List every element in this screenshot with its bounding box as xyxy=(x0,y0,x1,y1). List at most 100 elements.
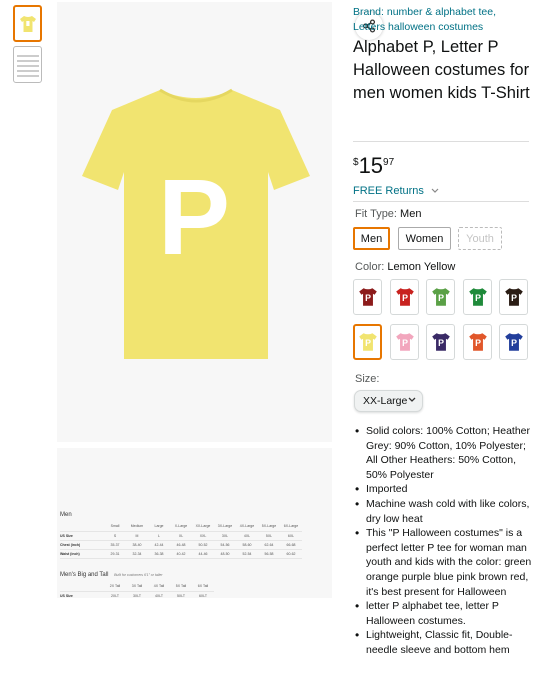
thumbnail-size-chart[interactable] xyxy=(13,46,42,83)
size-chart-cell: 2XLT xyxy=(104,591,126,598)
fit-type-selected: Men xyxy=(400,208,422,220)
size-chart-cell: Medium xyxy=(126,522,148,532)
svg-text:P: P xyxy=(402,338,408,348)
size-chart-big-table: 2X Tall 3X Tall 4X Tall 5X Tall 6X Tall US S… xyxy=(60,582,214,598)
fit-type-label: Fit Type: Men xyxy=(355,208,422,220)
size-chart-cell: 42-44 xyxy=(148,540,170,550)
size-chart-cell: 50-52 xyxy=(192,540,214,550)
shirt-letter: P xyxy=(158,156,230,277)
svg-text:P: P xyxy=(475,293,481,303)
color-swatch-8[interactable]: P xyxy=(463,324,492,360)
svg-text:P: P xyxy=(511,338,517,348)
size-chart-cell: 4XL xyxy=(236,531,258,541)
shirt-thumbnail-icon xyxy=(19,15,36,32)
feature-bullets: Solid colors: 100% Cotton; Heather Grey:… xyxy=(353,424,533,658)
size-chart-cell: XX-Large xyxy=(192,522,214,532)
swatch-shirt-icon: P xyxy=(358,288,377,306)
swatch-shirt-icon: P xyxy=(431,288,450,306)
price: $1597 xyxy=(353,153,394,179)
color-swatch-4[interactable]: P xyxy=(499,279,528,315)
feature-bullet: Solid colors: 100% Cotton; Heather Grey:… xyxy=(353,424,533,482)
size-chart-cell: Waist (inch) xyxy=(60,549,104,559)
size-chart-cell: 3XLT xyxy=(126,591,148,598)
size-chart-cell: 6XL xyxy=(280,531,302,541)
size-chart-cell: 40-42 xyxy=(170,549,192,559)
size-chart-cell: 5XLT xyxy=(170,591,192,598)
size-chart-cell: 52-54 xyxy=(236,549,258,559)
swatch-shirt-icon: P xyxy=(358,333,377,351)
feature-bullet: letter P alphabet tee, letter P Hallowee… xyxy=(353,599,533,628)
size-chart-cell: 6X Tall xyxy=(192,582,214,592)
size-chart-cell: M xyxy=(126,531,148,541)
size-chart-cell: 3X Tall xyxy=(126,582,148,592)
fit-option-women[interactable]: Women xyxy=(398,227,451,250)
swatch-shirt-icon: P xyxy=(468,333,487,351)
size-chart-cell: X-Large xyxy=(170,522,192,532)
brand-link[interactable]: Brand: number & alphabet tee, Letters ha… xyxy=(353,5,528,35)
size-chart-cell: 58-60 xyxy=(236,540,258,550)
size-chart-cell: 60-62 xyxy=(280,549,302,559)
main-product-image[interactable]: P xyxy=(57,2,383,442)
svg-text:P: P xyxy=(365,293,371,303)
color-swatch-7[interactable]: P xyxy=(426,324,455,360)
feature-bullet: Machine wash cold with like colors, dry … xyxy=(353,497,533,526)
color-swatch-1[interactable]: P xyxy=(390,279,419,315)
svg-text:P: P xyxy=(438,338,444,348)
size-chart-big-title: Men's Big and Tall Built for customers 6… xyxy=(60,572,163,578)
size-label: Size: xyxy=(355,373,380,385)
color-selected: Lemon Yellow xyxy=(387,261,456,273)
size-chart-cell: 5X-Large xyxy=(258,522,280,532)
fit-option-youth[interactable]: Youth xyxy=(458,227,502,250)
size-chart-cell: 66-68 xyxy=(280,540,302,550)
color-swatch-5[interactable]: P xyxy=(353,324,382,360)
size-chart-cell: 5XL xyxy=(258,531,280,541)
size-dropdown[interactable]: XX-Large xyxy=(354,390,423,412)
color-swatch-0[interactable]: P xyxy=(353,279,382,315)
price-symbol: $ xyxy=(353,157,359,168)
svg-text:P: P xyxy=(475,338,481,348)
size-chart-cell: Small xyxy=(104,522,126,532)
size-chart-cell: 3X-Large xyxy=(214,522,236,532)
size-chart-cell: 54-56 xyxy=(214,540,236,550)
free-returns-link[interactable]: FREE Returns xyxy=(353,185,439,197)
product-title: Alphabet P, Letter P Halloween costumes … xyxy=(353,38,530,102)
title-divider xyxy=(353,141,529,142)
svg-text:P: P xyxy=(402,293,408,303)
size-chart-cell: 56-58 xyxy=(258,549,280,559)
size-chart-cell: 5X Tall xyxy=(170,582,192,592)
size-chart-thumbnail-icon xyxy=(16,52,39,78)
price-whole: 15 xyxy=(358,153,384,178)
size-chart-cell: 2X Tall xyxy=(104,582,126,592)
size-chart-men-table: Small Medium Large X-Large XX-Large 3X-Large 4… xyxy=(60,522,302,559)
color-label: Color: Lemon Yellow xyxy=(355,261,456,273)
color-swatch-9[interactable]: P xyxy=(499,324,528,360)
size-chart-image[interactable]: Men Small Medium Large X-Large XX-Large 3X-La… xyxy=(57,448,332,598)
size-chart-cell: 4X-Large xyxy=(236,522,258,532)
color-swatch-3[interactable]: P xyxy=(463,279,492,315)
size-chart-cell: 6X-Large xyxy=(280,522,302,532)
svg-text:P: P xyxy=(511,293,517,303)
thumbnail-shirt[interactable] xyxy=(13,5,42,42)
swatch-shirt-icon: P xyxy=(431,333,450,351)
size-chart-cell: 6XLT xyxy=(192,591,214,598)
fit-option-men[interactable]: Men xyxy=(353,227,390,250)
color-swatch-6[interactable]: P xyxy=(390,324,419,360)
size-chart-men-title: Men xyxy=(60,512,72,518)
size-chart-cell: XXL xyxy=(192,531,214,541)
size-chart-cell: Large xyxy=(148,522,170,532)
size-chart-cell: 38-40 xyxy=(126,540,148,550)
color-swatch-2[interactable]: P xyxy=(426,279,455,315)
chevron-down-icon xyxy=(431,188,439,193)
size-chart-cell: 32-34 xyxy=(126,549,148,559)
size-chart-cell: 62-64 xyxy=(258,540,280,550)
svg-text:P: P xyxy=(365,338,371,348)
swatch-shirt-icon: P xyxy=(468,288,487,306)
size-chart-cell: 46-48 xyxy=(170,540,192,550)
size-chart-cell: Chest (inch) xyxy=(60,540,104,550)
tshirt-illustration: P xyxy=(82,88,310,359)
size-chart-cell: 48-50 xyxy=(214,549,236,559)
size-chart-cell: 44-46 xyxy=(192,549,214,559)
svg-text:P: P xyxy=(438,293,444,303)
size-chart-cell: 3XL xyxy=(214,531,236,541)
feature-bullet: This "P Halloween costumes" is a perfect… xyxy=(353,526,533,599)
